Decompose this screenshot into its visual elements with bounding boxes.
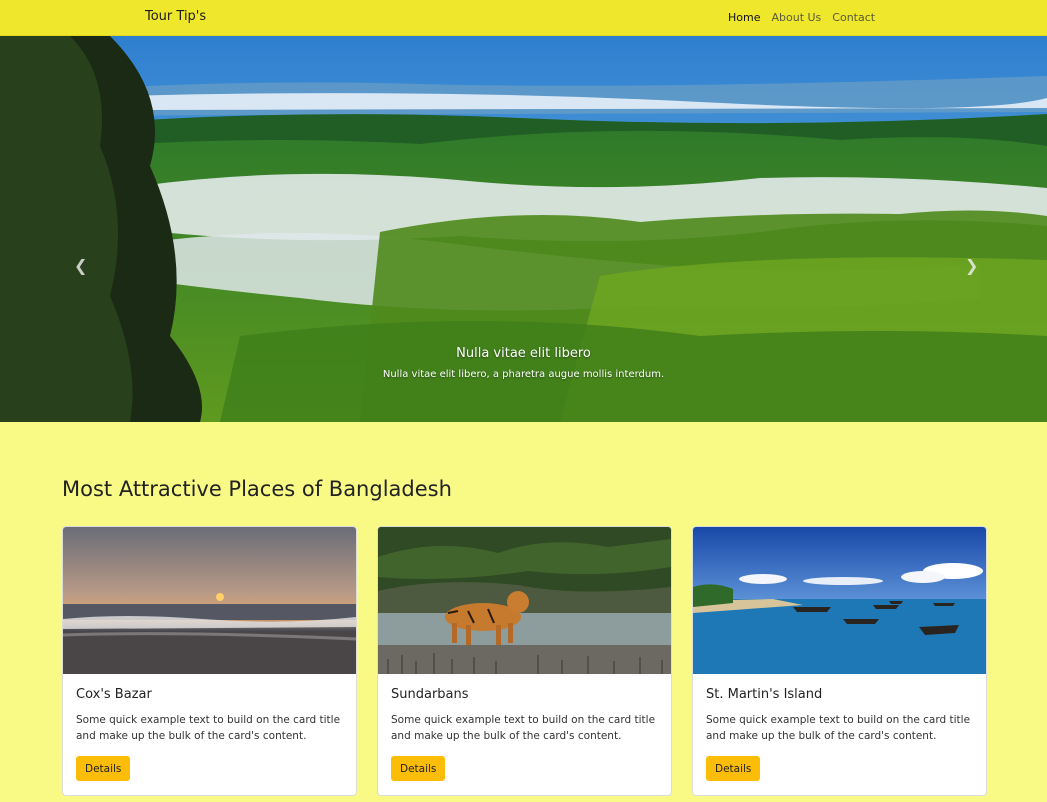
- chevron-left-icon[interactable]: ❮: [74, 256, 87, 275]
- card-image-st-martins-island: [693, 527, 986, 674]
- card-text: Some quick example text to build on the …: [706, 714, 971, 742]
- section-title: Most Attractive Places of Bangladesh: [62, 477, 452, 501]
- carousel-caption-text: Nulla vitae elit libero, a pharetra augu…: [382, 369, 665, 380]
- place-card-st-martins-island: St. Martin's Island Some quick example t…: [692, 526, 987, 796]
- card-image-sundarbans: [378, 527, 671, 674]
- place-card-sundarbans: Sundarbans Some quick example text to bu…: [377, 526, 672, 796]
- card-title: Sundarbans: [391, 687, 469, 702]
- details-button[interactable]: Details: [706, 756, 761, 781]
- chevron-right-icon[interactable]: ❯: [965, 256, 978, 275]
- navbar: Tour Tip's Home About Us Contact: [0, 0, 1047, 36]
- card-text: Some quick example text to build on the …: [391, 714, 656, 742]
- nav-links: Home About Us Contact: [728, 11, 875, 24]
- hero-landscape-image: [0, 36, 1047, 422]
- details-button[interactable]: Details: [76, 756, 131, 781]
- hero-carousel: ❮ ❯ Nulla vitae elit libero Nulla vitae …: [0, 36, 1047, 422]
- place-card-coxs-bazar: Cox's Bazar Some quick example text to b…: [62, 526, 357, 796]
- nav-link-contact[interactable]: Contact: [832, 11, 875, 24]
- brand-logo-text[interactable]: Tour Tip's: [145, 9, 206, 24]
- nav-link-home[interactable]: Home: [728, 11, 760, 24]
- carousel-caption-title: Nulla vitae elit libero: [456, 346, 591, 361]
- nav-link-about-us[interactable]: About Us: [771, 11, 821, 24]
- details-button[interactable]: Details: [391, 756, 446, 781]
- card-title: St. Martin's Island: [706, 687, 823, 702]
- card-image-coxs-bazar: [63, 527, 356, 674]
- card-text: Some quick example text to build on the …: [76, 714, 341, 742]
- card-title: Cox's Bazar: [76, 687, 152, 702]
